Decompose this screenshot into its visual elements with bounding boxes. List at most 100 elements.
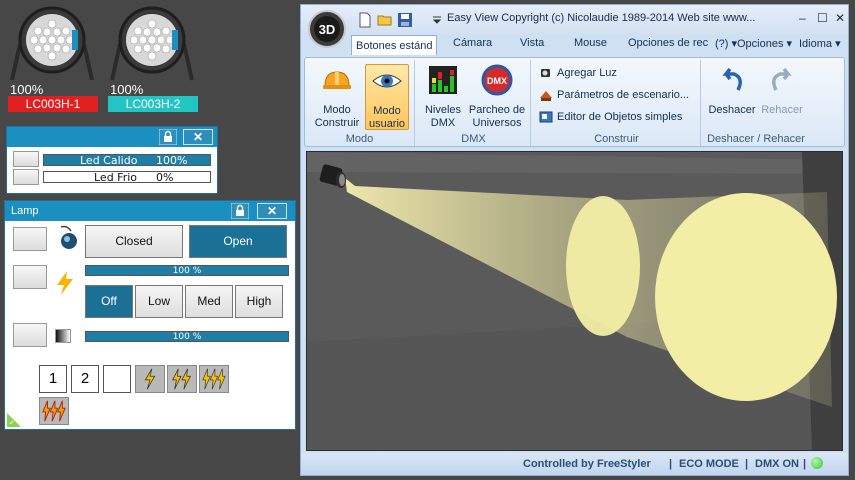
title-bar[interactable]: 3D Easy View Copyright (c) Nicolaudie 19… <box>301 5 848 48</box>
par-can-icon <box>10 6 94 81</box>
3d-viewport[interactable] <box>306 151 843 451</box>
lamp-window-title: Lamp <box>11 205 39 217</box>
deshacer-button[interactable]: Deshacer <box>707 64 757 124</box>
undo-icon <box>722 67 742 91</box>
close-button[interactable]: ✕ <box>257 203 287 219</box>
triple-lightning-icon <box>202 368 226 390</box>
open-folder-icon[interactable] <box>377 12 393 28</box>
group-dmx: Niveles DMX DMX Parcheo de Universos DMX <box>417 60 531 146</box>
lock-icon[interactable] <box>231 203 249 219</box>
fixture-percent: 100% <box>10 82 44 97</box>
led-window-titlebar[interactable]: ✕ <box>7 127 217 147</box>
resize-grip-icon[interactable] <box>7 411 23 427</box>
help-menu[interactable]: (?) ▾ <box>715 37 737 50</box>
lamp-window-titlebar[interactable]: Lamp ✕ <box>5 201 295 221</box>
led-frio-level-bar[interactable]: Led Frio 0% <box>43 171 211 183</box>
save-icon[interactable] <box>397 12 413 28</box>
led-calido-level-bar[interactable]: Led Calido 100% <box>43 154 211 166</box>
led-frio-value: 0% <box>156 171 174 183</box>
modo-construir-line2: Construir <box>314 117 360 129</box>
lock-icon[interactable] <box>159 129 177 145</box>
strobe-3-button[interactable] <box>199 365 229 393</box>
close-button[interactable]: ✕ <box>183 129 213 145</box>
dimmer-level-bar[interactable]: 100 % <box>85 331 289 342</box>
led-control-window: ✕ Led Calido 100% Led Frio 0% <box>6 126 218 194</box>
tab-botones-estandar[interactable]: Botones estánd <box>351 35 438 55</box>
modo-construir-button[interactable]: Modo Construir <box>313 64 361 130</box>
strobe-level-bar[interactable]: 100 % <box>85 265 289 276</box>
strobe-level-value: 100 % <box>172 266 202 276</box>
modo-usuario-button[interactable]: Modo usuario <box>365 64 409 130</box>
preset-2-button[interactable]: 2 <box>71 365 99 393</box>
tab-camara[interactable]: Cámara <box>453 37 492 49</box>
agregar-luz-command[interactable]: Agregar Luz <box>539 66 617 84</box>
rehacer-button[interactable]: Rehacer <box>759 64 805 124</box>
preset-1-button[interactable]: 1 <box>39 365 67 393</box>
idioma-label: Idioma <box>799 38 833 50</box>
level-meter-icon <box>429 66 457 94</box>
agregar-luz-label: Agregar Luz <box>557 66 617 79</box>
led-frio-label: Led Frio <box>94 171 138 183</box>
group-modo: Modo Construir Modo usuario Modo <box>305 60 415 146</box>
dmx-on-status: DMX ON <box>755 458 799 470</box>
niveles-dmx-button[interactable]: Niveles DMX <box>421 64 465 130</box>
lightning-icon <box>144 368 156 390</box>
modo-construir-line1: Modo <box>323 104 351 116</box>
power-low-button[interactable]: Low <box>135 285 183 318</box>
object-editor-icon <box>539 111 553 123</box>
power-high-button[interactable]: High <box>235 285 283 318</box>
shutter-open-button[interactable]: Open <box>189 225 287 258</box>
dimmer-level-value: 100 % <box>172 332 202 342</box>
led-calido-value: 100% <box>156 154 188 166</box>
modo-usuario-line1: Modo <box>373 105 401 117</box>
group-deshacer-rehacer: Deshacer Rehacer Deshacer / Rehacer <box>703 60 809 146</box>
maximize-button[interactable]: ☐ <box>817 11 828 25</box>
fixture-percent: 100% <box>110 82 144 97</box>
svg-text:DMX: DMX <box>487 76 507 86</box>
led-frio-select-button[interactable] <box>13 169 39 185</box>
eco-mode-status: ECO MODE <box>679 458 739 470</box>
fixture-lc003h-2[interactable]: 100% LC003H-2 <box>106 4 198 112</box>
dimmer-select-button[interactable] <box>13 323 47 347</box>
power-off-button[interactable]: Off <box>85 285 133 318</box>
opciones-menu[interactable]: Opciones ▾ <box>737 37 792 50</box>
power-med-button[interactable]: Med <box>185 285 233 318</box>
parcheo-universos-button[interactable]: DMX Parcheo de Universos <box>467 64 527 130</box>
idioma-menu[interactable]: Idioma ▾ <box>799 37 841 50</box>
tab-opciones-de-red[interactable]: Opciones de rec <box>628 37 710 49</box>
far-light-spot <box>655 193 837 401</box>
niveles-dmx-line2: DMX <box>430 117 456 129</box>
quick-access-dropdown-icon[interactable] <box>429 12 445 28</box>
strobe-select-button[interactable] <box>13 265 47 289</box>
parametros-escenario-command[interactable]: Parámetros de escenario... <box>539 88 689 106</box>
opciones-label: Opciones <box>737 38 784 50</box>
group-construir: Agregar Luz Parámetros de escenario... E… <box>533 60 701 146</box>
stage-scene <box>307 152 842 450</box>
group-deshacer-label: Deshacer / Rehacer <box>707 133 805 145</box>
close-window-button[interactable]: ✕ <box>835 11 845 25</box>
parametros-label: Parámetros de escenario... <box>557 88 690 101</box>
preset-blank-button[interactable] <box>103 365 131 393</box>
add-light-icon <box>541 69 550 77</box>
tab-mouse[interactable]: Mouse <box>574 37 607 49</box>
redo-icon <box>772 67 792 91</box>
shutter-select-button[interactable] <box>13 227 47 251</box>
editor-objetos-command[interactable]: Editor de Objetos simples <box>539 110 682 128</box>
strobe-2-button[interactable] <box>167 365 197 393</box>
status-separator: | <box>803 458 807 470</box>
shutter-closed-button[interactable]: Closed <box>85 225 183 258</box>
red-lightning-icon <box>42 400 66 422</box>
minimize-button[interactable]: – <box>799 11 806 25</box>
near-light-spot <box>566 196 640 336</box>
strobe-random-button[interactable] <box>39 397 69 425</box>
ribbon: Modo Construir Modo usuario Modo Niveles… <box>304 57 845 147</box>
new-file-icon[interactable] <box>357 12 373 28</box>
tab-vista[interactable]: Vista <box>520 37 544 49</box>
gradient-icon <box>55 329 71 343</box>
fixture-lc003h-1[interactable]: 100% LC003H-1 <box>6 4 98 112</box>
led-calido-label: Led Calido <box>80 154 138 166</box>
easy-view-window: 3D Easy View Copyright (c) Nicolaudie 19… <box>300 4 849 476</box>
strobe-1-button[interactable] <box>135 365 165 393</box>
led-calido-select-button[interactable] <box>13 151 39 167</box>
parcheo-line2: Universos <box>472 117 522 129</box>
